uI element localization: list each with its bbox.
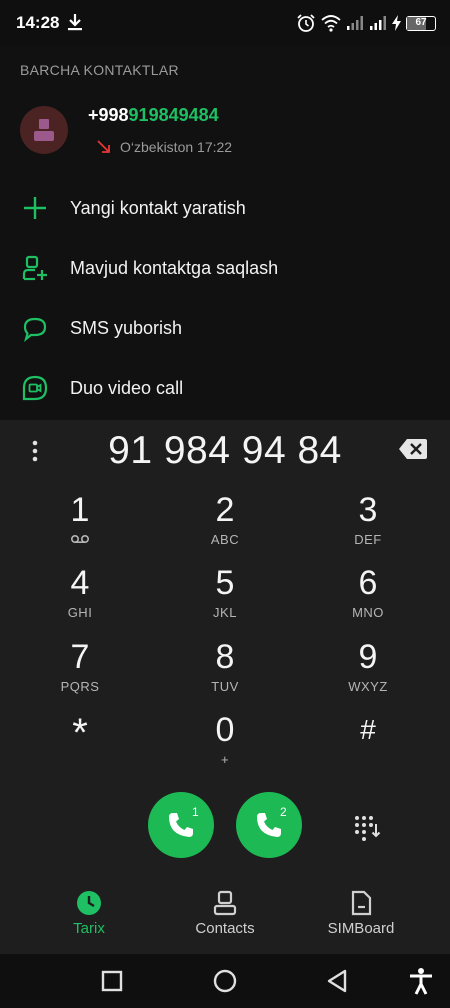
key-star[interactable]: * bbox=[25, 710, 135, 776]
dialpad-toggle-icon[interactable] bbox=[352, 814, 382, 842]
key-digit: 8 bbox=[215, 638, 235, 676]
tab-history[interactable]: Tarix bbox=[24, 890, 154, 937]
signal-icon bbox=[370, 16, 386, 30]
key-digit: 3 bbox=[358, 491, 378, 529]
home-icon[interactable] bbox=[210, 966, 240, 996]
tab-contacts[interactable]: Contacts bbox=[160, 890, 290, 937]
key-digit: 5 bbox=[215, 564, 235, 602]
action-label: Yangi kontakt yaratish bbox=[70, 198, 246, 218]
dialed-number[interactable]: 91 984 94 84 bbox=[0, 429, 450, 473]
plus-icon bbox=[24, 197, 46, 219]
contact-row[interactable]: +998919849484 O‘zbekiston 17:22 bbox=[0, 96, 450, 168]
key-letters: DEF bbox=[354, 532, 382, 547]
key-letters: GHI bbox=[67, 605, 93, 620]
key-hash[interactable]: # bbox=[313, 710, 423, 776]
message-icon bbox=[23, 317, 47, 342]
call-sim1-button[interactable]: 1 bbox=[148, 792, 214, 858]
avatar[interactable] bbox=[20, 106, 68, 154]
action-label: Mavjud kontaktga saqlash bbox=[70, 258, 279, 278]
key-digit: 2 bbox=[215, 491, 235, 529]
person-icon bbox=[34, 119, 54, 141]
key-letters: WXYZ bbox=[348, 679, 388, 694]
duo-video-icon bbox=[22, 375, 48, 401]
contacts-icon bbox=[213, 890, 237, 916]
key-0[interactable]: 0 + bbox=[170, 710, 280, 776]
download-icon bbox=[68, 14, 82, 31]
key-4[interactable]: 4 GHI bbox=[25, 563, 135, 629]
status-bar: 14:28 67 bbox=[0, 0, 450, 46]
key-letters: MNO bbox=[352, 605, 384, 620]
missed-call-arrow-icon bbox=[97, 140, 110, 153]
key-digit: # bbox=[360, 714, 376, 745]
contact-number-prefix: +998 bbox=[88, 105, 129, 125]
contact-detail: O‘zbekiston 17:22 bbox=[120, 139, 233, 155]
send-sms-action[interactable]: SMS yuborish bbox=[0, 300, 450, 356]
add-to-contact-action[interactable]: Mavjud kontaktga saqlash bbox=[0, 240, 450, 296]
sim-number: 1 bbox=[192, 805, 199, 819]
bottom-nav: Tarix Contacts SIMBoard bbox=[0, 872, 450, 954]
key-digit: * bbox=[72, 711, 88, 755]
key-digit: 9 bbox=[358, 638, 378, 676]
charging-icon bbox=[392, 15, 401, 31]
key-digit: 7 bbox=[70, 638, 90, 676]
tab-label: Tarix bbox=[73, 920, 105, 937]
key-digit: 1 bbox=[70, 491, 90, 529]
key-8[interactable]: 8 TUV bbox=[170, 637, 280, 703]
status-time: 14:28 bbox=[16, 13, 60, 32]
key-2[interactable]: 2 ABC bbox=[170, 490, 280, 556]
key-letters: JKL bbox=[213, 605, 237, 620]
key-3[interactable]: 3 DEF bbox=[313, 490, 423, 556]
section-label: BARCHA KONTAKTLAR bbox=[20, 62, 179, 78]
clock-icon bbox=[77, 891, 101, 915]
accessibility-icon[interactable] bbox=[406, 966, 436, 996]
tab-label: Contacts bbox=[195, 920, 255, 937]
alarm-icon bbox=[297, 14, 315, 32]
key-digit: 4 bbox=[70, 564, 90, 602]
key-digit: 6 bbox=[358, 564, 378, 602]
contact-number: +998919849484 bbox=[88, 105, 219, 126]
sim-card-icon bbox=[351, 890, 372, 916]
key-letters: + bbox=[220, 752, 230, 767]
signal-icon bbox=[347, 16, 363, 30]
key-1[interactable]: 1 bbox=[25, 490, 135, 556]
create-contact-action[interactable]: Yangi kontakt yaratish bbox=[0, 180, 450, 236]
contact-number-match: 919849484 bbox=[128, 105, 219, 125]
wifi-icon bbox=[321, 15, 341, 32]
key-letters: ABC bbox=[210, 532, 240, 547]
key-7[interactable]: 7 PQRS bbox=[25, 637, 135, 703]
key-5[interactable]: 5 JKL bbox=[170, 563, 280, 629]
tab-simboard[interactable]: SIMBoard bbox=[296, 890, 426, 937]
key-digit: 0 bbox=[215, 711, 235, 749]
voicemail-icon bbox=[70, 534, 90, 544]
key-6[interactable]: 6 MNO bbox=[313, 563, 423, 629]
battery-text: 67 bbox=[415, 16, 427, 28]
duo-video-call-action[interactable]: Duo video call bbox=[0, 360, 450, 416]
sim-number: 2 bbox=[280, 805, 287, 819]
action-label: SMS yuborish bbox=[70, 318, 183, 338]
battery-icon: 67 bbox=[406, 15, 436, 31]
back-icon[interactable] bbox=[323, 966, 353, 996]
system-nav-bar bbox=[0, 954, 450, 1008]
dialer-panel: 91 984 94 84 1 2 ABC 3 DEF 4 GHI 5 JKL 6… bbox=[0, 420, 450, 872]
tab-label: SIMBoard bbox=[327, 920, 395, 937]
backspace-icon[interactable] bbox=[398, 437, 428, 461]
key-letters: PQRS bbox=[60, 679, 100, 694]
key-9[interactable]: 9 WXYZ bbox=[313, 637, 423, 703]
key-letters: TUV bbox=[211, 679, 239, 694]
add-person-icon bbox=[22, 255, 47, 281]
call-sim2-button[interactable]: 2 bbox=[236, 792, 302, 858]
action-label: Duo video call bbox=[70, 378, 184, 398]
recents-icon[interactable] bbox=[97, 966, 127, 996]
